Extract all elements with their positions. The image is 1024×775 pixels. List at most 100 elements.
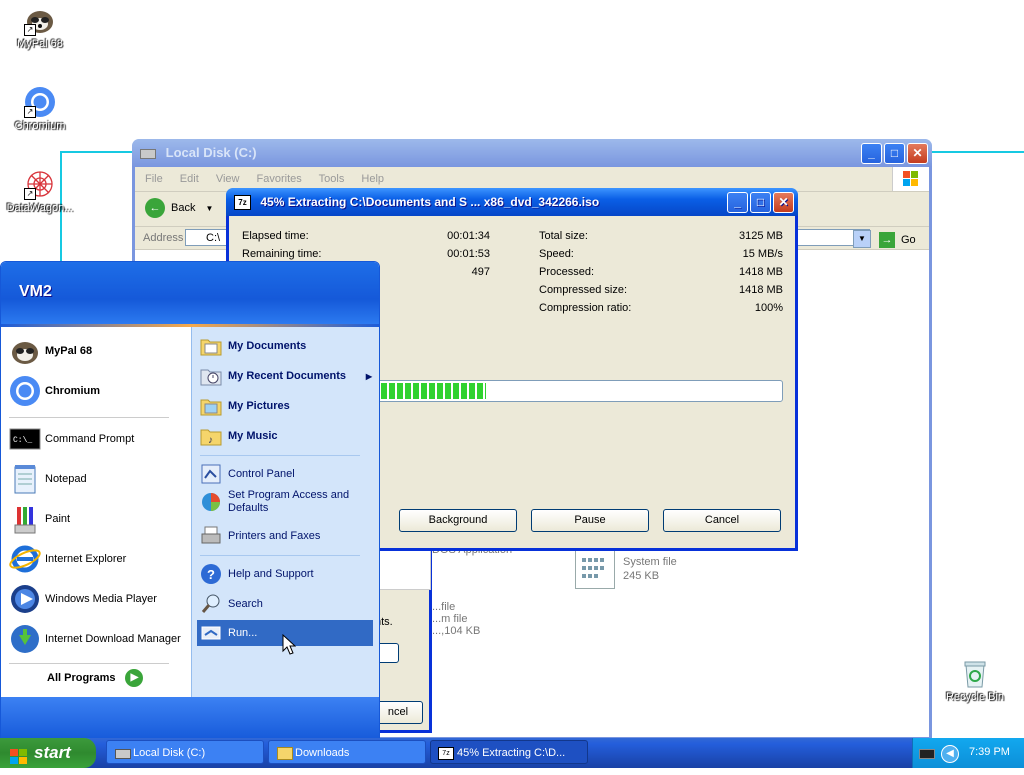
close-button[interactable]: ✕ xyxy=(907,143,928,164)
item-label: Windows Media Player xyxy=(45,593,157,605)
cancel-button[interactable]: ncel xyxy=(373,701,423,724)
desktop-wallpaper-line xyxy=(930,151,1024,153)
back-button[interactable]: ← Back ▼ xyxy=(145,198,213,218)
maximize-button[interactable]: □ xyxy=(750,192,771,213)
go-label: Go xyxy=(901,234,916,246)
file-type: System file xyxy=(623,556,677,568)
stat-label: Processed: xyxy=(539,266,595,278)
ie-icon xyxy=(9,543,41,575)
cancel-label: ncel xyxy=(387,706,409,718)
stat-row: Remaining time: 00:01:53 xyxy=(242,248,490,260)
search[interactable]: Search xyxy=(200,593,263,615)
menu-tools[interactable]: Tools xyxy=(319,173,345,185)
cancel-label: Cancel xyxy=(704,514,740,526)
window-title: Local Disk (C:) xyxy=(165,145,257,160)
cancel-button[interactable]: Cancel xyxy=(663,509,781,532)
recycle-bin-icon xyxy=(959,657,991,689)
svg-text:♪: ♪ xyxy=(208,435,213,446)
go-button[interactable]: → Go xyxy=(879,229,916,251)
program-internet-download-manager[interactable]: Internet Download Manager xyxy=(9,623,181,655)
stat-value: 1418 MB xyxy=(738,266,783,278)
7zip-icon: 7z xyxy=(234,195,251,211)
taskbar-item-downloads[interactable]: Downloads xyxy=(268,740,426,764)
program-windows-media-player[interactable]: Windows Media Player xyxy=(9,583,157,615)
desktop-icon-chromium[interactable]: ↗ Chromium xyxy=(0,86,80,132)
all-programs-button[interactable]: All Programs ▶ xyxy=(47,669,144,687)
file-type: ...m file xyxy=(432,613,468,625)
set-program-access[interactable]: Set Program Access and Defaults xyxy=(200,489,370,515)
folder-icon xyxy=(277,747,293,760)
desktop-icon-datawagon[interactable]: ↗ DataWagon... xyxy=(0,168,80,214)
taskbar-item-label: Local Disk (C:) xyxy=(133,747,206,759)
svg-text:C:\_: C:\_ xyxy=(13,436,32,445)
close-button[interactable]: ✕ xyxy=(773,192,794,213)
printers-and-faxes[interactable]: Printers and Faxes xyxy=(200,525,320,547)
menu-file[interactable]: File xyxy=(145,173,163,185)
item-label: Printers and Faxes xyxy=(228,530,321,542)
my-pictures[interactable]: My Pictures xyxy=(200,395,290,417)
menu-favorites[interactable]: Favorites xyxy=(257,173,302,185)
pause-button[interactable]: Pause xyxy=(531,509,649,532)
minimize-button[interactable]: _ xyxy=(727,192,748,213)
divider xyxy=(9,663,169,664)
my-music[interactable]: ♪ My Music xyxy=(200,425,278,447)
program-access-icon xyxy=(200,491,222,513)
mouse-cursor xyxy=(282,633,297,659)
stat-label: Elapsed time: xyxy=(242,230,309,242)
keyboard-icon[interactable] xyxy=(919,749,935,759)
background-label: Background xyxy=(428,514,488,526)
item-label: Chromium xyxy=(45,385,100,397)
file-size: 245 KB xyxy=(623,570,660,582)
stat-row: Elapsed time: 00:01:34 xyxy=(242,230,490,242)
menu-edit[interactable]: Edit xyxy=(180,173,199,185)
address-dropdown-button[interactable]: ▼ xyxy=(853,230,871,248)
windows-logo-icon xyxy=(892,167,929,191)
file-item[interactable]: ...file ...m file ...,104 KB xyxy=(432,601,582,637)
my-documents[interactable]: My Documents xyxy=(200,335,306,357)
chromium-icon xyxy=(9,375,41,407)
arrow-right-icon: ▶ xyxy=(125,669,144,687)
stat-label: Compressed size: xyxy=(539,284,628,296)
program-command-prompt[interactable]: C:\_ Command Prompt xyxy=(9,423,134,455)
taskbar-item-extracting[interactable]: 7z 45% Extracting C:\D... xyxy=(430,740,588,764)
taskbar-item-local-disk[interactable]: Local Disk (C:) xyxy=(106,740,264,764)
stat-row: Compression ratio: 100% xyxy=(539,302,783,314)
divider xyxy=(9,417,169,418)
menu-help[interactable]: Help xyxy=(361,173,384,185)
show-hidden-icons-button[interactable]: ◀ xyxy=(941,745,959,763)
start-button[interactable]: start xyxy=(0,738,96,768)
desktop-icon-label: MyPal 68 xyxy=(17,38,63,50)
cmd-icon: C:\_ xyxy=(9,423,41,455)
item-label: My Pictures xyxy=(228,400,290,412)
minimize-button[interactable]: _ xyxy=(861,143,882,164)
explorer-titlebar[interactable]: Local Disk (C:) _ □ ✕ xyxy=(132,139,932,167)
program-notepad[interactable]: Notepad xyxy=(9,463,87,495)
program-internet-explorer[interactable]: Internet Explorer xyxy=(9,543,126,575)
item-label: Internet Download Manager xyxy=(45,633,181,645)
item-label: Paint xyxy=(45,513,71,525)
menu-view[interactable]: View xyxy=(216,173,240,185)
pinned-mypal[interactable]: MyPal 68 xyxy=(9,335,92,367)
start-menu: VM2 MyPal 68 Chromium C:\_ Command Promp… xyxy=(0,261,380,740)
desktop-icon-recycle-bin[interactable]: Recycle Bin xyxy=(935,657,1015,703)
stat-value: 00:01:34 xyxy=(447,230,490,242)
pinned-chromium[interactable]: Chromium xyxy=(9,375,100,407)
extract-titlebar[interactable]: 7z 45% Extracting C:\Documents and S ...… xyxy=(226,188,798,216)
desktop-icon-mypal[interactable]: ↗ MyPal 68 xyxy=(0,4,80,50)
program-paint[interactable]: Paint xyxy=(9,503,70,535)
start-menu-footer xyxy=(1,697,379,739)
recent-documents-icon xyxy=(200,365,222,387)
window-title: 45% Extracting C:\Documents and S ... x8… xyxy=(260,195,600,209)
windows-logo-icon xyxy=(10,745,28,775)
my-recent-documents[interactable]: My Recent Documents ▶ xyxy=(200,365,372,387)
control-panel[interactable]: Control Panel xyxy=(200,463,295,485)
stat-value: 1418 MB xyxy=(738,284,783,296)
help-icon: ? xyxy=(200,563,222,585)
submenu-arrow-icon: ▶ xyxy=(365,371,372,381)
maximize-button[interactable]: □ xyxy=(884,143,905,164)
background-button[interactable]: Background xyxy=(399,509,517,532)
clock[interactable]: 7:39 PM xyxy=(969,746,1010,758)
help-and-support[interactable]: ? Help and Support xyxy=(200,563,314,585)
stat-value: 15 MB/s xyxy=(742,248,783,260)
all-programs-label: All Programs xyxy=(47,672,116,684)
